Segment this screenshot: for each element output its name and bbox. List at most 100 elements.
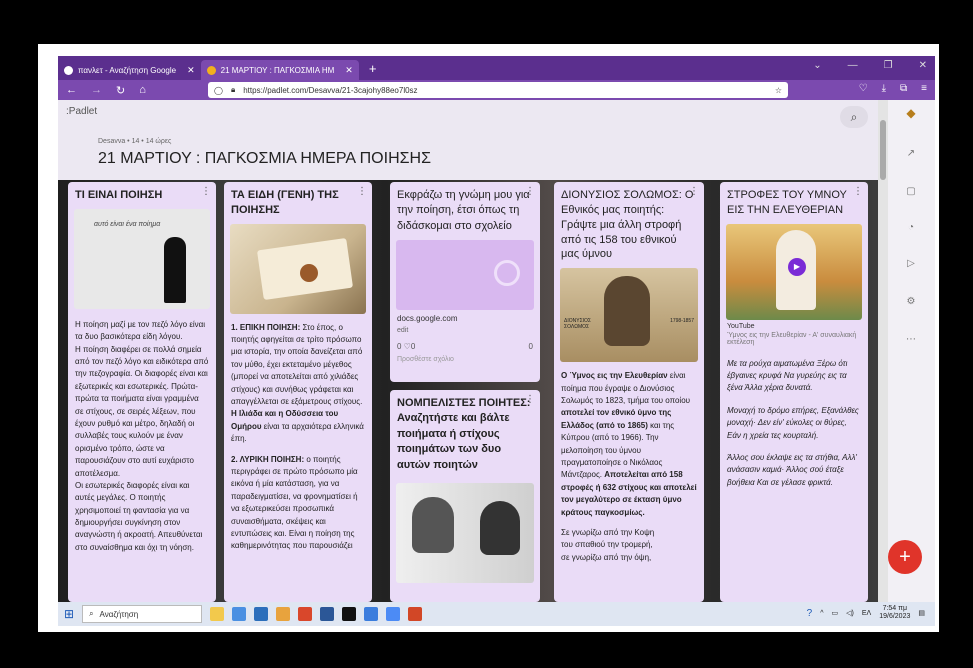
verse-text: Με τα ρούχα αιματωμένα Ξέρω ότι έβγαινες… [727,358,848,393]
image-caption: αυτό είναι ένα ποίημα [94,220,161,228]
chevron-down-icon[interactable]: ⌄ [813,60,821,71]
taskbar-search[interactable]: ⌕ Αναζήτηση [82,605,203,623]
taskbar-app-icon[interactable] [364,607,379,621]
help-icon[interactable]: ? [807,608,813,619]
add-post-button[interactable]: + [888,540,922,574]
column-card[interactable]: ⋮ ΤΑ ΕΙΔΗ (ΓΕΝΗ) ΤΗΣ ΠΟΙΗΣΗΣ 1. ΕΠΙΚΗ ΠΟ… [224,182,372,602]
fox-icon[interactable]: ◆ [904,106,918,120]
more-icon[interactable]: ⋮ [525,186,535,197]
column-card[interactable]: ⋮ ΣΤΡΟΦΕΣ ΤΟΥ ΥΜΝΟΥ ΕΙΣ ΤΗΝ ΕΛΕΥΘΕΡΙΑΝ ▶… [720,182,868,602]
more-icon[interactable]: ⋯ [904,334,918,348]
search-button[interactable]: ⌕ [840,106,868,128]
link-domain[interactable]: docs.google.com [390,310,540,327]
card-paragraph: 1. ΕΠΙΚΗ ΠΟΙΗΣΗ: Στο έπος, ο ποιητής αφη… [231,322,364,444]
menu-icon[interactable]: ≡ [921,83,927,94]
card-paragraph: Ο Ύμνος εις την Ελευθερίαν είναι ποίημα … [561,371,697,517]
chevron-up-icon[interactable]: ^ [820,610,823,617]
address-bar[interactable]: ◯ 🔒︎ https://padlet.com/Desavva/21-3cajo… [208,82,788,98]
card-paragraph: 2. ΛΥΡΙΚΗ ΠΟΙΗΣΗ: ο ποιητής περιγράφει σ… [231,454,358,551]
taskbar-app-icon[interactable] [210,607,225,621]
minimize-icon[interactable]: — [848,60,858,71]
search-icon: ⌕ [89,609,94,618]
card-paragraph: Η ποίηση διαφέρει σε πολλά σημεία από το… [75,344,209,478]
clock[interactable]: 7:54 πμ 19/6/2023 [879,605,910,622]
card-title: ΝΟΜΠΕΛΙΣΤΕΣ ΠΟΙΗΤΕΣ: Αναζητήστε και βάλτ… [397,397,531,471]
video-source: YouTube [727,322,755,330]
more-icon[interactable]: ⋮ [853,186,863,197]
date: 19/6/2023 [879,613,911,621]
extensions-icon[interactable]: ⧉ [900,83,907,94]
chrome-icon[interactable] [386,607,401,621]
person-silhouette [164,236,186,303]
vertical-scrollbar[interactable] [878,100,888,602]
portrait-dates: 1798-1857 [670,318,694,325]
taskbar-app-icon[interactable] [342,607,357,621]
video-caption: Ύμνος εις την Ελευθερίαν - Α' συναυλιακή… [727,331,857,346]
padlet-icon [206,65,216,75]
restore-icon[interactable]: ❐ [884,60,893,71]
home-icon[interactable]: ⌂ [139,84,146,96]
play-icon[interactable]: ▶ [788,257,806,276]
padlet-logo[interactable]: :Padlet [66,106,97,117]
video-thumbnail[interactable]: ▶ [726,223,862,320]
taskbar-app-icon[interactable] [232,607,247,621]
reactions-count[interactable]: 0 ♡0 [397,342,415,351]
taskbar-app-icon[interactable] [408,607,423,621]
card-title: ΤΑ ΕΙΔΗ (ΓΕΝΗ) ΤΗΣ ΠΟΙΗΣΗΣ [231,189,339,216]
download-icon[interactable]: ⤓ [882,83,886,94]
taskbar-app-icon[interactable] [276,607,291,621]
tab-padlet[interactable]: 21 ΜΑΡΤΙΟΥ : ΠΑΓΚΟΣΜΙΑ ΗΜ ✕ [200,60,359,80]
remake-icon[interactable]: ▢ [904,186,918,200]
notification-icon[interactable]: ▤ [918,609,925,617]
scroll-thumb[interactable] [880,120,886,180]
back-icon[interactable]: ← [66,84,77,96]
column-card[interactable]: ⋮ ΝΟΜΠΕΛΙΣΤΕΣ ΠΟΙΗΤΕΣ: Αναζητήστε και βά… [390,390,540,602]
slideshow-icon[interactable]: ▷ [904,258,918,272]
google-doc-preview[interactable] [396,240,534,311]
column-card[interactable]: ⋮ ΔΙΟΝΥΣΙΟΣ ΣΟΛΩΜΟΣ: Ο Εθνικός μας ποιητ… [554,182,704,602]
poets-photo [396,482,534,583]
share-icon[interactable]: ↗ [904,148,918,162]
padlet-action-sidebar: ◆ ↗ ▢ ◔ ▷ ⚙ ⋯ [888,100,935,602]
close-icon[interactable]: ✕ [919,60,927,71]
more-icon[interactable]: ⋮ [201,186,211,197]
google-icon [64,65,73,75]
language-indicator[interactable]: ΕΛ [862,610,871,617]
more-icon[interactable]: ⋮ [689,186,699,197]
column-card[interactable]: ⋮ ΤΙ ΕΙΝΑΙ ΠΟΙΗΣΗ αυτό είναι ένα ποίημα … [68,182,216,602]
rose-shape [300,263,318,282]
url-text: https://padlet.com/Desavva/21-3cajohy88e… [243,85,418,95]
bookmark-star-icon[interactable]: ☆ [775,86,782,95]
tab-google-search[interactable]: πανλετ - Αναζήτηση Google ✕ [58,60,201,80]
taskbar-app-icon[interactable] [254,607,269,621]
settings-icon[interactable]: ⚙ [904,296,918,310]
card-paragraph: Η ποίηση μαζί με τον πεζό λόγο είναι τα … [75,319,206,342]
search-placeholder: Αναζήτηση [99,609,139,619]
shield-icon: ◯ [214,85,223,95]
tab-label: πανλετ - Αναζήτηση Google [78,65,177,75]
volume-icon[interactable]: ◁) [846,609,854,617]
taskbar-app-icon[interactable] [320,607,335,621]
windows-start-icon[interactable]: ⊞ [64,607,74,621]
bell-icon[interactable]: ◔ [904,222,918,236]
comments-count[interactable]: 0 [529,342,533,351]
add-comment-input[interactable]: Προσθέστε σχόλιο [390,353,540,366]
verse-text: Άλλος σου έκλαψε εις τα στήθια, Αλλ' ανά… [727,453,857,487]
network-icon[interactable]: ▭ [832,609,839,617]
close-icon[interactable]: ✕ [345,65,353,76]
card-title: ΔΙΟΝΥΣΙΟΣ ΣΟΛΩΜΟΣ: Ο Εθνικός μας ποιητής… [561,189,694,261]
more-icon[interactable]: ⋮ [357,186,367,197]
new-tab-button[interactable]: + [369,61,377,76]
firefox-icon[interactable] [298,607,313,621]
verse-text: Μοναχή το δρόμο επήρες, Εξανάλθες μοναχή… [727,405,859,440]
google-icon [494,260,520,287]
column-card[interactable]: ⋮ Εκφράζω τη γνώμη μου για την ποίηση, έ… [390,182,540,382]
pocket-icon[interactable]: ♡ [859,83,868,94]
reload-icon[interactable]: ↻ [116,84,125,97]
forward-icon[interactable]: → [91,84,102,96]
more-icon[interactable]: ⋮ [525,394,535,405]
close-icon[interactable]: ✕ [187,65,195,76]
lock-icon: 🔒︎ [230,85,236,94]
book-rose-image [230,223,366,314]
screen: πανλετ - Αναζήτηση Google ✕ 21 ΜΑΡΤΙΟΥ :… [38,44,939,632]
